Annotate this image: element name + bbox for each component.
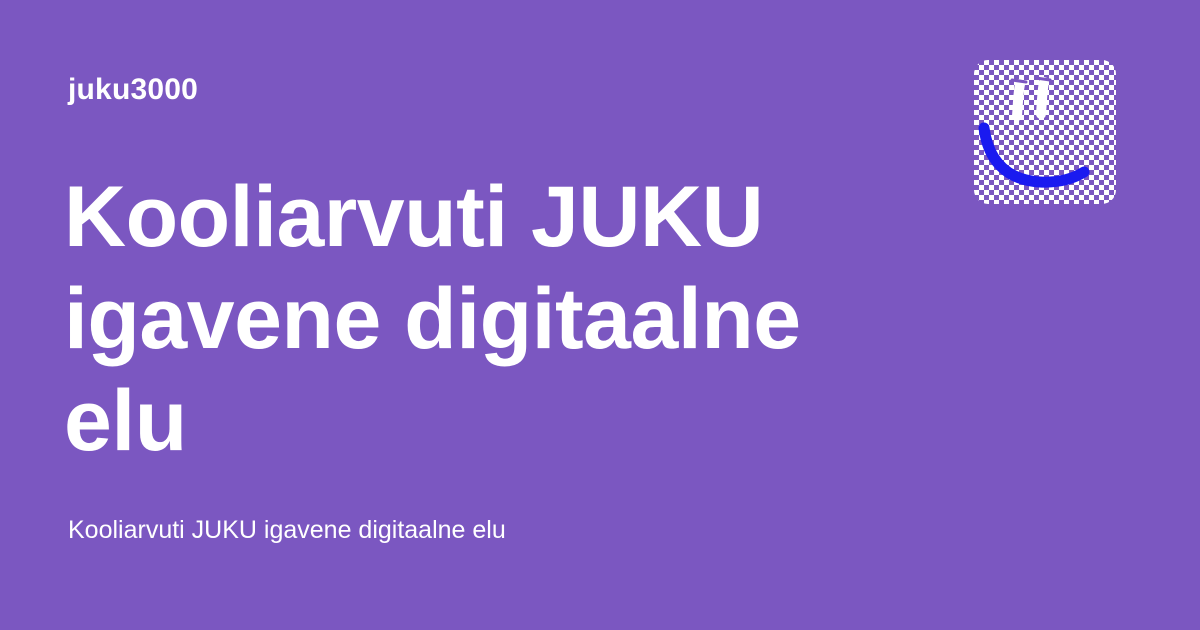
post-title: Kooliarvuti JUKU igavene digitaalne elu xyxy=(64,169,801,469)
social-card: juku3000 Kooliarvuti JUKU igavene digita… xyxy=(0,0,1200,630)
site-name[interactable]: juku3000 xyxy=(68,70,198,110)
logo-left-eye xyxy=(1012,79,1025,121)
smiley-face-icon[interactable] xyxy=(974,60,1116,204)
logo-right-eye xyxy=(1036,77,1049,119)
post-excerpt: Kooliarvuti JUKU igavene digitaalne elu xyxy=(68,516,506,544)
